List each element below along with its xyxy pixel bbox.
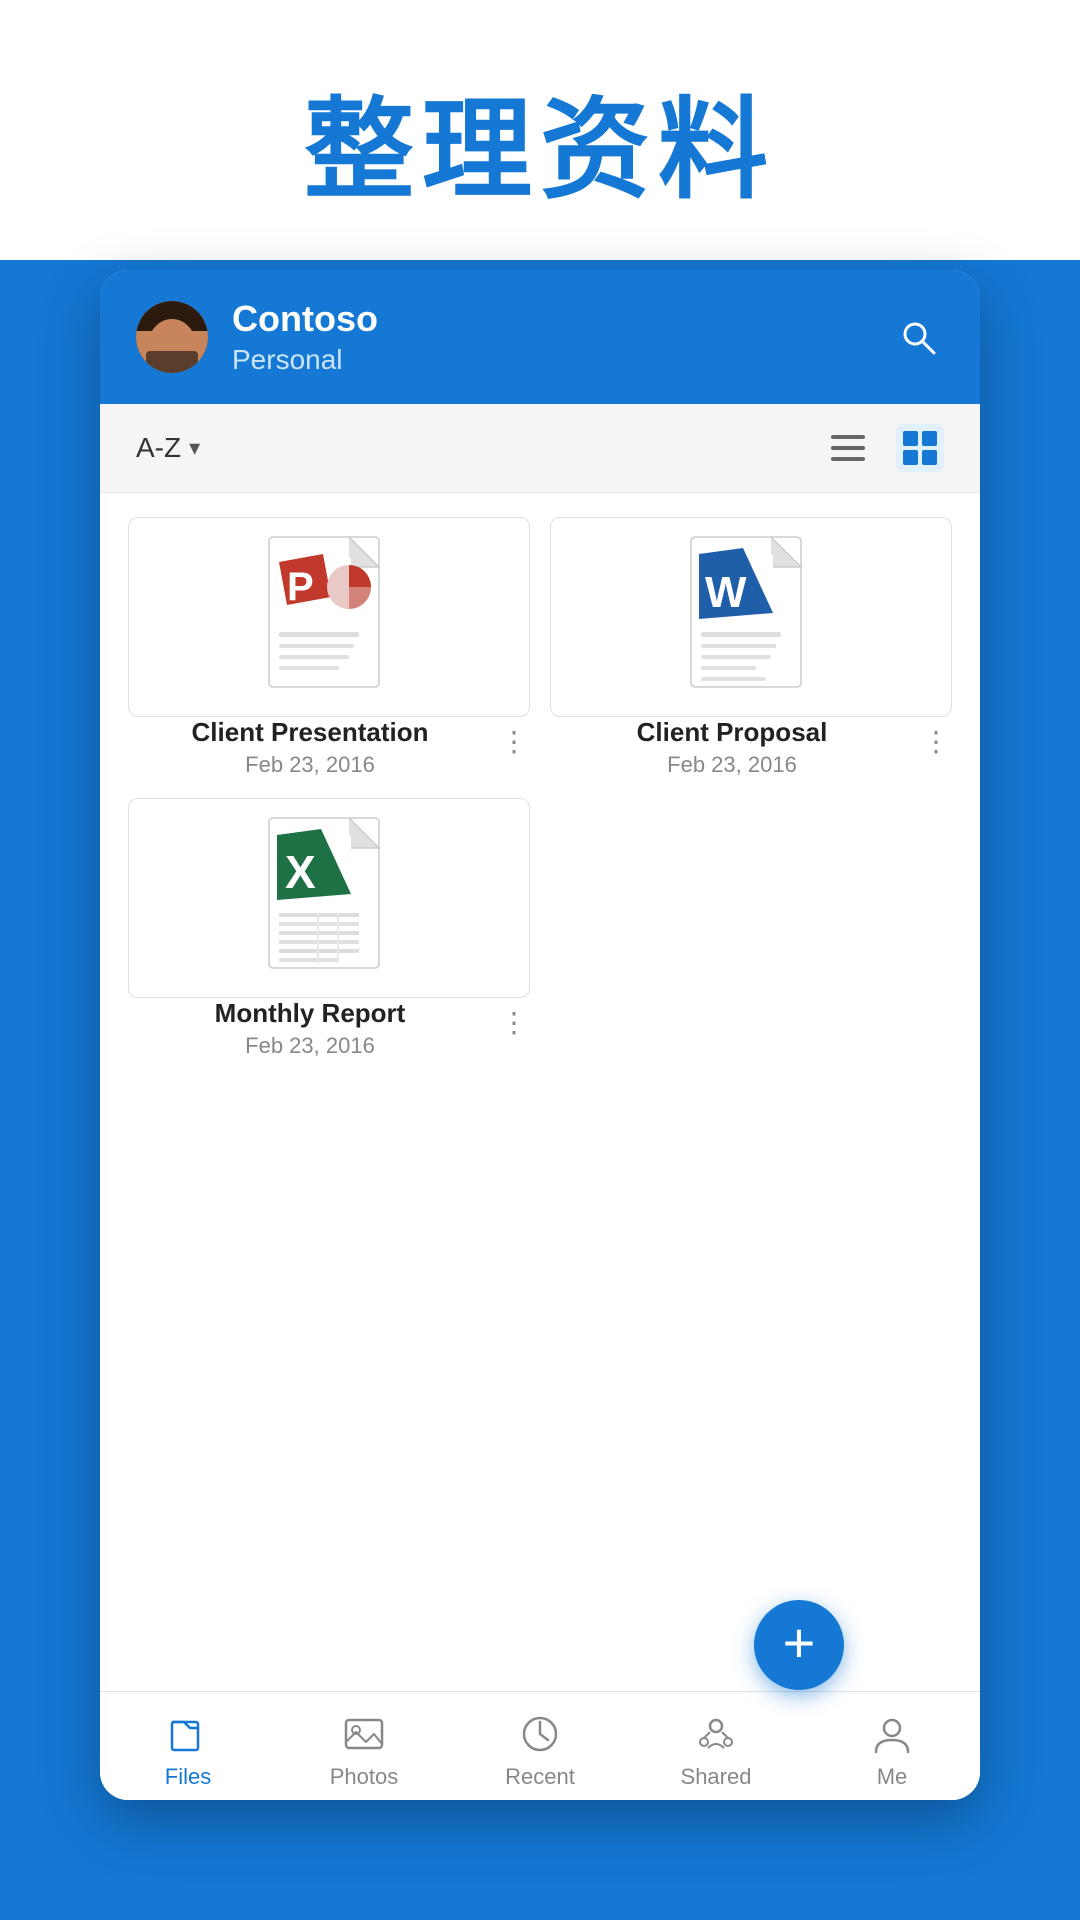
list-item[interactable]: P Client Presentation Feb 23, 2016 ⋮ [128, 517, 530, 778]
account-info: Contoso Personal [232, 298, 892, 376]
list-view-button[interactable] [824, 424, 872, 472]
sort-label: A-Z [136, 432, 181, 464]
svg-text:W: W [705, 568, 747, 617]
file-card-docx[interactable]: W [550, 517, 952, 717]
sidebar-item-photos[interactable]: Photos [276, 1710, 452, 1790]
plus-icon: + [783, 1615, 816, 1671]
chevron-down-icon: ▾ [189, 435, 200, 461]
sidebar-item-me[interactable]: Me [804, 1710, 980, 1790]
file-more-button[interactable]: ⋮ [500, 1006, 530, 1039]
file-more-button[interactable]: ⋮ [922, 725, 952, 758]
file-more-button[interactable]: ⋮ [500, 725, 530, 758]
svg-text:P: P [287, 565, 314, 609]
file-name: Client Proposal [550, 717, 914, 748]
file-name: Client Presentation [128, 717, 492, 748]
file-date: Feb 23, 2016 [550, 752, 914, 778]
page-title: 整理资料 [0, 60, 1080, 220]
sidebar-item-files[interactable]: Files [100, 1710, 276, 1790]
file-date: Feb 23, 2016 [128, 1033, 492, 1059]
avatar[interactable] [136, 301, 208, 373]
add-button[interactable]: + [754, 1600, 844, 1690]
svg-text:X: X [285, 846, 316, 898]
file-date: Feb 23, 2016 [128, 752, 492, 778]
nav-label: Files [165, 1764, 211, 1790]
files-area: P Client Presentation Feb 23, 2016 ⋮ [100, 493, 980, 1691]
nav-label: Shared [681, 1764, 752, 1790]
file-card-pptx[interactable]: P [128, 517, 530, 717]
list-item[interactable]: X Monthly Report Feb 23, 2016 ⋮ [128, 798, 530, 1059]
recent-icon [516, 1710, 564, 1758]
shared-icon [692, 1710, 740, 1758]
file-card-xlsx[interactable]: X [128, 798, 530, 998]
list-item[interactable]: W Client Proposal Feb 23, 2016 ⋮ [550, 517, 952, 778]
sidebar-item-recent[interactable]: Recent [452, 1710, 628, 1790]
account-name: Contoso [232, 298, 892, 340]
bottom-nav: Files Photos Recent [100, 1691, 980, 1800]
photos-icon [340, 1710, 388, 1758]
sidebar-item-shared[interactable]: Shared [628, 1710, 804, 1790]
files-icon [164, 1710, 212, 1758]
search-button[interactable] [892, 311, 944, 363]
me-icon [868, 1710, 916, 1758]
nav-label: Recent [505, 1764, 575, 1790]
nav-label: Me [877, 1764, 908, 1790]
account-type: Personal [232, 344, 892, 376]
app-card: Contoso Personal A-Z ▾ [100, 270, 980, 1800]
toolbar: A-Z ▾ [100, 404, 980, 493]
nav-label: Photos [330, 1764, 399, 1790]
grid-view-button[interactable] [896, 424, 944, 472]
files-grid: P Client Presentation Feb 23, 2016 ⋮ [128, 517, 952, 1059]
sort-button[interactable]: A-Z ▾ [136, 432, 200, 464]
file-name: Monthly Report [128, 998, 492, 1029]
empty-slot [550, 798, 952, 1059]
app-header: Contoso Personal [100, 270, 980, 404]
